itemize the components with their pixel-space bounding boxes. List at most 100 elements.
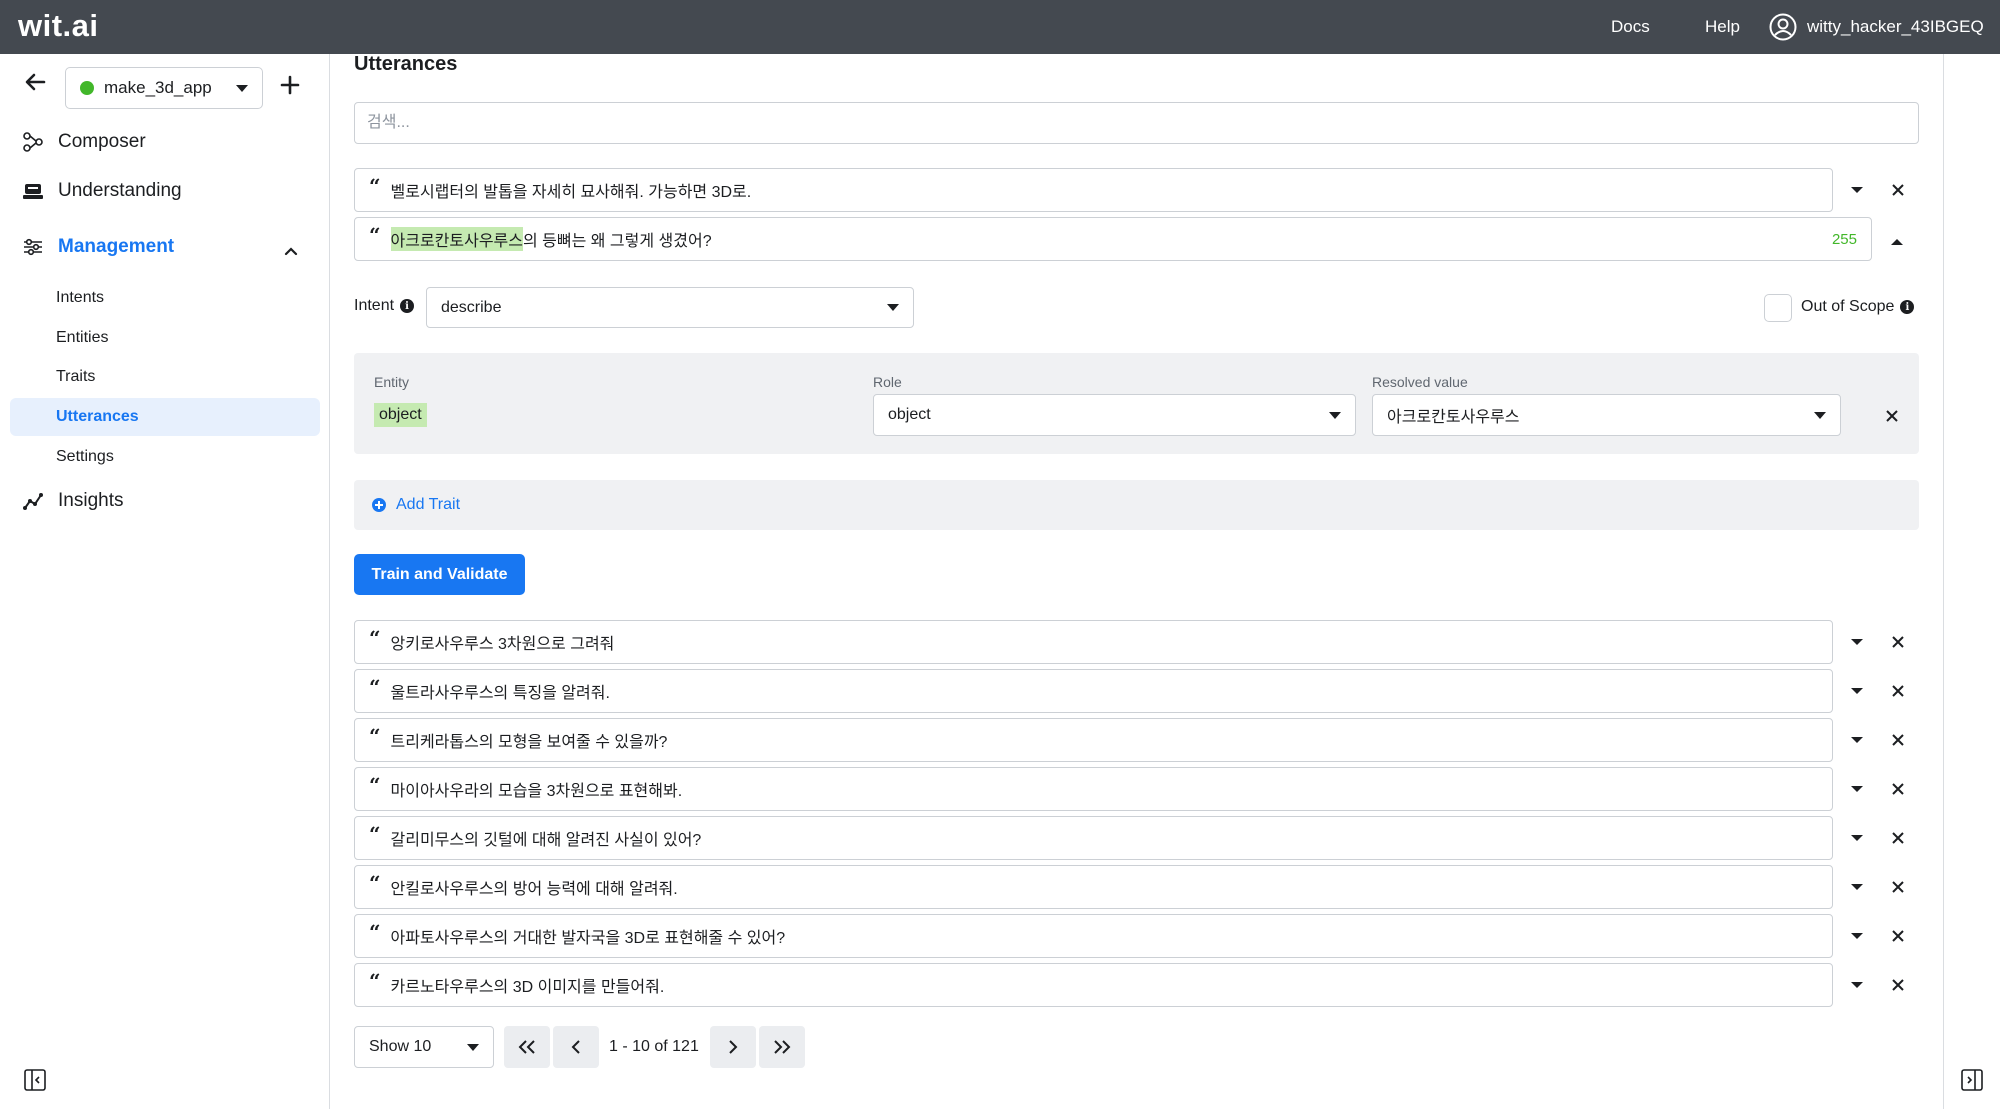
expand-panel-icon[interactable] [1961, 1069, 1983, 1096]
search-input[interactable] [354, 102, 1919, 144]
resolved-value-select[interactable]: 아크로칸토사우루스 [1372, 394, 1841, 436]
sidebar-item-intents[interactable]: Intents [56, 289, 104, 307]
plus-circle-icon [372, 498, 386, 512]
resolved-column-header: Resolved value [1372, 374, 1468, 390]
nav-understanding[interactable]: Understanding [22, 180, 182, 202]
utterance-row[interactable]: “ 마이아사우라의 모습을 3차원으로 표현해봐. [354, 767, 1833, 811]
utterance-row[interactable]: “ 갈리미무스의 깃털에 대해 알려진 사실이 있어? [354, 816, 1833, 860]
chevron-down-icon [887, 304, 899, 311]
utterance-row[interactable]: “ 트리케라톱스의 모형을 보여줄 수 있을까? [354, 718, 1833, 762]
close-icon[interactable] [1891, 733, 1905, 747]
chevron-right-icon [729, 1040, 738, 1054]
info-icon[interactable]: i [400, 299, 415, 313]
back-arrow-icon[interactable] [24, 72, 46, 97]
train-and-validate-button[interactable]: Train and Validate [354, 554, 525, 595]
previous-page-button[interactable] [553, 1026, 599, 1068]
intent-label: Intent [354, 297, 395, 314]
nav-insights[interactable]: Insights [22, 490, 123, 512]
insights-icon [22, 490, 44, 512]
quote-icon: “ [369, 724, 381, 748]
understanding-icon [22, 180, 44, 202]
username-label: witty_hacker_43IBGEQ [1807, 17, 1984, 36]
chevron-up-icon[interactable] [284, 240, 298, 262]
sidebar-item-traits[interactable]: Traits [56, 368, 95, 386]
intent-label-group: Intent i [354, 297, 415, 315]
close-icon[interactable] [1891, 880, 1905, 894]
utterance-text: 앙키로사우루스 3차원으로 그려줘 [390, 636, 615, 653]
sidebar-item-utterances[interactable]: Utterances [56, 408, 139, 426]
app-selector[interactable]: make_3d_app [65, 67, 263, 109]
nav-management[interactable]: Management [22, 236, 298, 258]
close-icon[interactable] [1891, 782, 1905, 796]
utterance-row[interactable]: “ 카르노타우루스의 3D 이미지를 만들어줘. [354, 963, 1833, 1007]
user-menu[interactable]: witty_hacker_43IBGEQ [1769, 12, 1984, 42]
page-title: Utterances [354, 53, 458, 75]
role-select[interactable]: object [873, 394, 1356, 436]
quote-icon: “ [369, 675, 381, 699]
double-chevron-right-icon [774, 1040, 791, 1054]
out-of-scope-checkbox[interactable] [1764, 294, 1792, 322]
role-value: object [888, 406, 931, 423]
quote-icon: “ [369, 174, 381, 198]
first-page-button[interactable] [504, 1026, 550, 1068]
quote-icon: “ [369, 223, 381, 247]
utterance-text: 아파토사우루스의 거대한 발자국을 3D로 표현해줄 수 있어? [390, 930, 786, 947]
info-icon[interactable]: i [1900, 300, 1915, 314]
close-icon[interactable] [1891, 684, 1905, 698]
utterance-row[interactable]: “ 벨로시랩터의 발톱을 자세히 묘사해줘. 가능하면 3D로. [354, 168, 1833, 212]
double-chevron-left-icon [518, 1040, 535, 1054]
add-app-icon[interactable] [280, 75, 300, 100]
chevron-down-icon [236, 84, 248, 92]
entity-chip[interactable]: object [374, 403, 427, 427]
docs-link[interactable]: Docs [1611, 17, 1650, 37]
collapse-utterance-icon[interactable] [1890, 235, 1904, 254]
entity-column-header: Entity [374, 374, 410, 390]
last-page-button[interactable] [759, 1026, 805, 1068]
chevron-down-icon[interactable] [1850, 929, 1864, 943]
close-icon[interactable] [1891, 635, 1905, 649]
chevron-down-icon[interactable] [1850, 782, 1864, 796]
quote-icon: “ [369, 626, 381, 650]
next-page-button[interactable] [710, 1026, 756, 1068]
role-column-header: Role [873, 374, 902, 390]
chevron-left-icon [571, 1040, 580, 1054]
chevron-down-icon[interactable] [1850, 635, 1864, 649]
chevron-down-icon[interactable] [1850, 831, 1864, 845]
selected-utterance-row[interactable]: “ 아크로칸토사우루스 의 등뼈는 왜 그렇게 생겼어? 255 [354, 217, 1872, 261]
brand-logo[interactable]: wit.ai [18, 8, 99, 44]
page-size-value: Show 10 [369, 1038, 432, 1055]
utterance-text: 마이아사우라의 모습을 3차원으로 표현해봐. [390, 783, 683, 800]
intent-value: describe [441, 298, 502, 316]
utterance-row[interactable]: “ 앙키로사우루스 3차원으로 그려줘 [354, 620, 1833, 664]
collapse-sidebar-icon[interactable] [24, 1069, 46, 1096]
close-icon[interactable] [1885, 409, 1899, 428]
out-of-scope-label-group: Out of Scope i [1801, 298, 1915, 316]
chevron-down-icon[interactable] [1850, 183, 1864, 197]
entity-highlight[interactable]: 아크로칸토사우루스 [390, 227, 523, 251]
user-avatar-icon [1769, 13, 1797, 41]
quote-icon: “ [369, 969, 381, 993]
chevron-down-icon[interactable] [1850, 684, 1864, 698]
nav-composer[interactable]: Composer [22, 131, 146, 153]
sidebar-item-entities[interactable]: Entities [56, 329, 108, 347]
sidebar-item-settings[interactable]: Settings [56, 448, 114, 466]
chevron-down-icon[interactable] [1850, 733, 1864, 747]
close-icon[interactable] [1891, 831, 1905, 845]
utterance-row[interactable]: “ 울트라사우루스의 특징을 알려줘. [354, 669, 1833, 713]
add-trait-button[interactable]: Add Trait [354, 480, 1919, 530]
close-icon[interactable] [1891, 183, 1905, 197]
chevron-down-icon[interactable] [1850, 978, 1864, 992]
utterance-text: 울트라사우루스의 특징을 알려줘. [390, 685, 610, 702]
close-icon[interactable] [1891, 978, 1905, 992]
intent-select[interactable]: describe [426, 287, 914, 328]
quote-icon: “ [369, 773, 381, 797]
help-link[interactable]: Help [1705, 17, 1740, 37]
utterance-row[interactable]: “ 아파토사우루스의 거대한 발자국을 3D로 표현해줄 수 있어? [354, 914, 1833, 958]
close-icon[interactable] [1891, 929, 1905, 943]
chevron-down-icon[interactable] [1850, 880, 1864, 894]
sliders-icon [22, 236, 44, 258]
utterance-text: 벨로시랩터의 발톱을 자세히 묘사해줘. 가능하면 3D로. [390, 184, 752, 201]
page-size-select[interactable]: Show 10 [354, 1026, 494, 1068]
resolved-value: 아크로칸토사우루스 [1387, 409, 1520, 426]
utterance-row[interactable]: “ 안킬로사우루스의 방어 능력에 대해 알려줘. [354, 865, 1833, 909]
